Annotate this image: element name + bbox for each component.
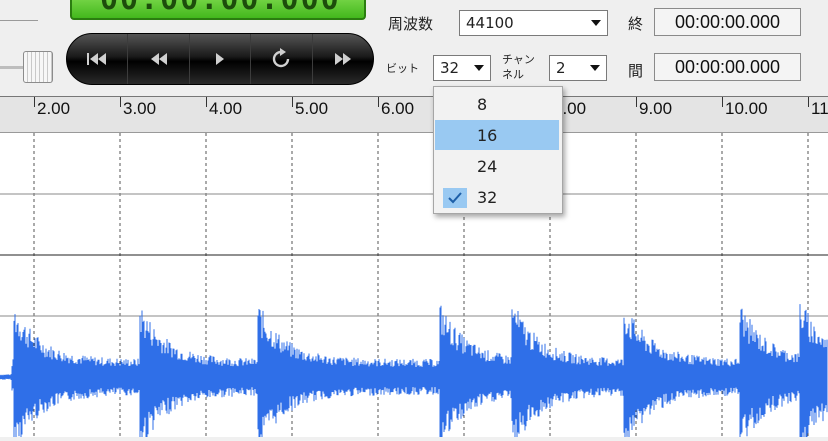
frequency-value: 44100	[466, 14, 514, 32]
ruler-tick-label: 3.00	[123, 99, 157, 118]
check-area	[443, 95, 467, 115]
chevron-down-icon	[585, 11, 607, 35]
play-button[interactable]	[190, 34, 252, 84]
ruler-tick	[808, 97, 809, 107]
loop-button[interactable]	[251, 34, 313, 84]
checkmark-icon	[448, 192, 462, 204]
bit-option-16[interactable]: 16	[435, 120, 559, 150]
ruler-tick-label: 11	[811, 99, 828, 118]
check-area	[443, 126, 467, 146]
ruler-tick-label: 4.00	[209, 99, 243, 118]
chevron-down-icon	[584, 56, 606, 80]
volume-slider-track-top	[0, 20, 38, 21]
option-label: 8	[477, 95, 488, 114]
waveform-path	[0, 304, 828, 441]
waveform-canvas	[0, 133, 828, 441]
ruler-tick	[378, 97, 379, 107]
end-time-field[interactable]: 00:00:00.000	[654, 8, 801, 36]
skip-to-start-icon	[87, 53, 107, 65]
frequency-select[interactable]: 44100	[459, 10, 608, 36]
channel-value: 2	[556, 59, 566, 77]
fast-forward-icon	[334, 53, 351, 65]
bit-dropdown-menu: 8 16 24 32	[433, 86, 563, 214]
channel-label-line1: チャン	[502, 53, 535, 66]
skip-to-start-button[interactable]	[67, 34, 129, 84]
ruler-tick	[206, 97, 207, 107]
play-icon	[216, 53, 225, 65]
ruler-tick-label: 9.00	[639, 99, 673, 118]
ruler-tick-label: 2.00	[37, 99, 71, 118]
ruler-tick-label: 10.00	[725, 99, 768, 118]
channel-select[interactable]: 2	[549, 55, 607, 81]
bit-option-32[interactable]: 32	[435, 182, 559, 212]
bit-label: ビット	[386, 62, 419, 75]
ruler-tick	[722, 97, 723, 107]
option-label: 16	[477, 126, 498, 145]
bit-option-24[interactable]: 24	[435, 151, 559, 181]
duration-time-field[interactable]: 00:00:00.000	[654, 53, 801, 81]
duration-label: 間	[628, 62, 644, 80]
check-area	[443, 188, 467, 208]
check-area	[443, 157, 467, 177]
ruler-tick	[120, 97, 121, 107]
ruler-tick	[34, 97, 35, 107]
fast-forward-button[interactable]	[313, 34, 373, 84]
loop-icon	[273, 48, 290, 68]
time-display: 00:00:00.000	[70, 0, 366, 20]
transport-bar	[66, 33, 374, 85]
rewind-button[interactable]	[128, 34, 190, 84]
option-label: 32	[477, 188, 498, 207]
waveform-area[interactable]	[0, 133, 828, 441]
bit-select[interactable]: 32	[433, 55, 491, 81]
end-label: 終	[628, 15, 644, 33]
option-label: 24	[477, 157, 498, 176]
timeline-ruler[interactable]: 2.003.004.005.006.007.008.009.0010.0011	[0, 96, 828, 133]
time-display-text: 00:00:00.000	[100, 0, 341, 17]
chevron-down-icon	[468, 56, 490, 80]
bit-option-8[interactable]: 8	[435, 89, 559, 119]
frequency-label: 周波数	[388, 15, 434, 33]
ruler-tick	[292, 97, 293, 107]
toolbar: 00:00:00.000	[0, 0, 828, 96]
ruler-tick-label: 6.00	[381, 99, 415, 118]
rewind-icon	[150, 53, 167, 65]
bit-value: 32	[440, 59, 460, 77]
position-slider-thumb[interactable]	[23, 51, 53, 83]
ruler-tick-label: 5.00	[295, 99, 329, 118]
ruler-tick	[636, 97, 637, 107]
channel-label-line2: ネル	[502, 68, 524, 81]
